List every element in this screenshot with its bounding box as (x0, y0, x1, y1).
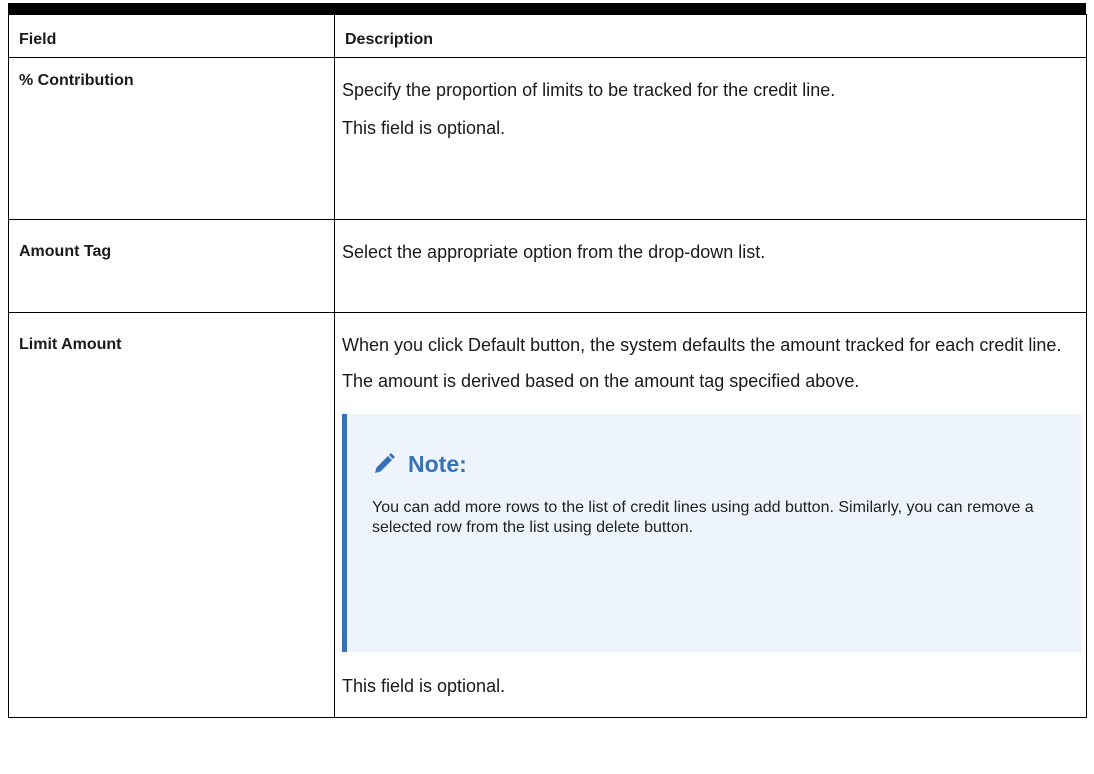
field-description: When you click Default button, the syste… (334, 312, 1087, 718)
description-paragraph: The amount is derived based on the amoun… (342, 371, 860, 391)
header-field: Field (8, 14, 335, 58)
description-paragraph: Specify the proportion of limits to be t… (342, 80, 836, 100)
note-title: Note: (408, 451, 467, 477)
description-paragraph: When you click Default button, the syste… (342, 335, 1062, 355)
field-description: Select the appropriate option from the d… (334, 219, 1087, 313)
field-name: Limit Amount (8, 312, 335, 718)
description-paragraph: This field is optional. (342, 676, 506, 696)
description-paragraph: This field is optional. (342, 118, 506, 138)
table-top-rule (8, 3, 1086, 14)
field-description: Specify the proportion of limits to be t… (334, 57, 1087, 220)
header-description: Description (334, 14, 1087, 58)
note-body: You can add more rows to the list of cre… (372, 499, 1034, 536)
description-paragraph: Select the appropriate option from the d… (342, 242, 766, 262)
field-name: Amount Tag (8, 219, 335, 313)
table-row: % Contribution Specify the proportion of… (8, 57, 1087, 220)
table-row: Amount Tag Select the appropriate option… (8, 219, 1087, 313)
field-description-table: Field Description % Contribution Specify… (8, 14, 1087, 718)
field-name: % Contribution (8, 57, 335, 220)
pencil-icon (372, 452, 396, 476)
table-header-row: Field Description (8, 14, 1087, 58)
note-header: Note: (372, 452, 1062, 476)
table-row: Limit Amount When you click Default butt… (8, 312, 1087, 718)
note-callout: Note: You can add more rows to the list … (342, 414, 1082, 652)
